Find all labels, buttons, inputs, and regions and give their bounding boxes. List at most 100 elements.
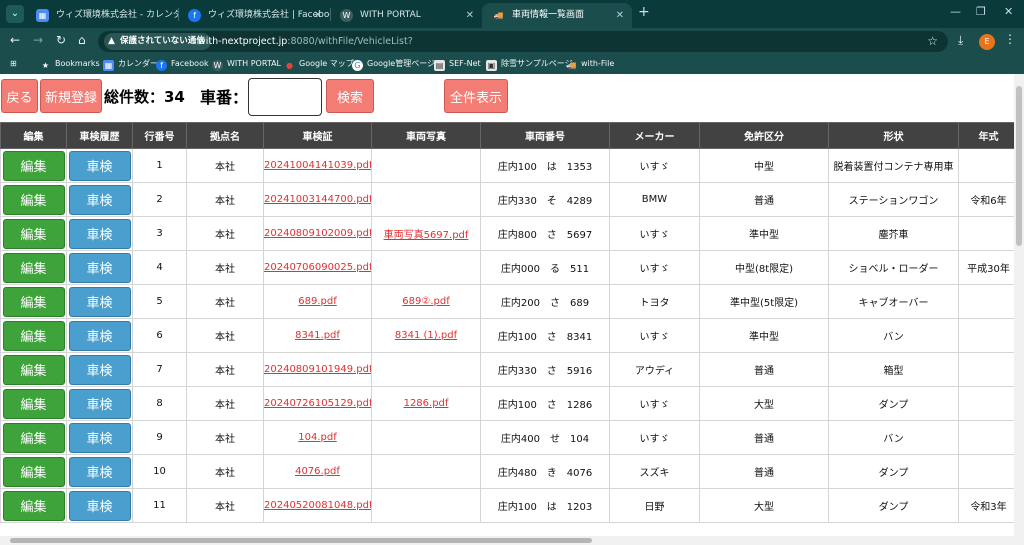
row-number: 6: [132, 318, 187, 353]
certificate-link[interactable]: 20240809102009.pdf: [263, 216, 372, 251]
close-tab-icon[interactable]: ✕: [314, 3, 322, 28]
inspection-button[interactable]: 車検: [68, 184, 131, 215]
security-chip[interactable]: ▲ 保護されていない通信: [104, 33, 211, 50]
edit-cell: 編集: [0, 420, 67, 455]
row-number: 10: [132, 454, 187, 489]
tab-with-portal[interactable]: W WITH PORTAL ✕: [330, 3, 482, 28]
base-name: 本社: [186, 148, 264, 183]
inspection-button[interactable]: 車検: [68, 490, 131, 521]
inspection-button[interactable]: 車検: [68, 422, 131, 453]
certificate-link[interactable]: 4076.pdf: [263, 454, 372, 489]
edit-button[interactable]: 編集: [2, 150, 65, 181]
bookmark-with-file[interactable]: 🚚 with-File: [566, 57, 615, 71]
apps-grid-icon[interactable]: ⊞: [10, 57, 17, 71]
bookmark-label: with-File: [581, 59, 615, 68]
photo-link[interactable]: 車両写真5697.pdf: [371, 216, 481, 251]
close-window-icon[interactable]: ✕: [1004, 5, 1013, 18]
row-number: 1: [132, 148, 187, 183]
show-all-button[interactable]: 全件表示: [444, 79, 508, 113]
tab-facebook[interactable]: f ウィズ環境株式会社 | Facebook ✕: [178, 3, 330, 28]
url-text[interactable]: with-nextproject.jp:8080/withFile/Vehicl…: [198, 31, 413, 52]
new-tab-plus-icon[interactable]: +: [638, 4, 650, 20]
reload-icon[interactable]: ↻: [56, 33, 66, 47]
certificate-link[interactable]: 20241003144700.pdf: [263, 182, 372, 217]
horizontal-scrollbar[interactable]: [0, 536, 1014, 545]
certificate-link[interactable]: 20240520081048.pdf: [263, 488, 372, 523]
bookmark-bookmarks[interactable]: ★ Bookmarks: [40, 57, 100, 71]
inspection-button[interactable]: 車検: [68, 456, 131, 487]
close-tab-icon[interactable]: ✕: [466, 3, 474, 28]
download-icon[interactable]: ⤓: [958, 33, 963, 48]
address-bar[interactable]: ▲ 保護されていない通信 with-nextproject.jp:8080/wi…: [98, 31, 948, 52]
minimize-icon[interactable]: —: [950, 5, 961, 18]
inspection-button[interactable]: 車検: [68, 320, 131, 351]
edit-button[interactable]: 編集: [2, 490, 65, 521]
bookmark-with-portal[interactable]: W WITH PORTAL: [212, 57, 281, 71]
home-icon[interactable]: ⌂: [78, 33, 86, 47]
header-license: 免許区分: [699, 122, 829, 149]
inspection-button[interactable]: 車検: [68, 150, 131, 181]
certificate-link[interactable]: 689.pdf: [263, 284, 372, 319]
google-icon: G: [352, 60, 363, 71]
bookmark-star-icon[interactable]: ☆: [927, 34, 938, 48]
model-year: [958, 454, 1014, 489]
certificate-link[interactable]: 20240706090025.pdf: [263, 250, 372, 285]
horizontal-scroll-thumb[interactable]: [10, 538, 592, 543]
certificate-link[interactable]: 20241004141039.pdf: [263, 148, 372, 183]
close-tab-icon[interactable]: ✕: [616, 3, 624, 28]
edit-button[interactable]: 編集: [2, 320, 65, 351]
photo-link: [371, 454, 481, 489]
tab-calendar[interactable]: ▦ ウィズ環境株式会社 - カレンダー -: [26, 3, 178, 28]
tab-title: WITH PORTAL: [360, 10, 421, 20]
vertical-scrollbar[interactable]: [1014, 74, 1024, 545]
table-row: 編集 車検 8 本社 20240726105129.pdf 1286.pdf 庄内100 さ…: [0, 386, 1014, 421]
maker: スズキ: [609, 454, 700, 489]
plate-number: 庄内100 さ 1286: [480, 386, 610, 421]
bookmark-sef-net[interactable]: ▤ SEF-Net: [434, 57, 481, 71]
restore-icon[interactable]: ❐: [976, 5, 986, 18]
forward-arrow-icon[interactable]: →: [33, 33, 43, 47]
inspection-cell: 車検: [66, 420, 133, 455]
edit-button[interactable]: 編集: [2, 286, 65, 317]
back-button[interactable]: 戻る: [1, 79, 38, 113]
edit-button[interactable]: 編集: [2, 184, 65, 215]
inspection-button[interactable]: 車検: [68, 354, 131, 385]
bookmark-facebook[interactable]: f Facebook: [156, 57, 209, 71]
license-class: 普通: [699, 182, 829, 217]
new-register-button[interactable]: 新規登録: [40, 79, 102, 113]
menu-kebab-icon[interactable]: ⋮: [1004, 32, 1016, 46]
bookmark-calendar[interactable]: ▦ カレンダー: [103, 57, 158, 71]
edit-button[interactable]: 編集: [2, 252, 65, 283]
edit-button[interactable]: 編集: [2, 218, 65, 249]
photo-link[interactable]: 1286.pdf: [371, 386, 481, 421]
certificate-link[interactable]: 20240726105129.pdf: [263, 386, 372, 421]
vertical-scroll-thumb[interactable]: [1016, 86, 1022, 246]
row-number: 9: [132, 420, 187, 455]
inspection-button[interactable]: 車検: [68, 388, 131, 419]
edit-button[interactable]: 編集: [2, 456, 65, 487]
license-class: 準中型(5t限定): [699, 284, 829, 319]
edit-button[interactable]: 編集: [2, 388, 65, 419]
inspection-button[interactable]: 車検: [68, 286, 131, 317]
photo-link[interactable]: 8341 (1).pdf: [371, 318, 481, 353]
certificate-link[interactable]: 104.pdf: [263, 420, 372, 455]
certificate-link[interactable]: 20240809101949.pdf: [263, 352, 372, 387]
back-arrow-icon[interactable]: ←: [10, 33, 20, 47]
bookmark-google-admin[interactable]: G Google管理ページ: [352, 57, 435, 71]
photo-link[interactable]: 689②.pdf: [371, 284, 481, 319]
vehicle-shape: バン: [828, 318, 959, 353]
bookmark-snow-sample[interactable]: ▣ 除雪サンプルページ: [486, 57, 573, 71]
plate-number-input[interactable]: [248, 78, 322, 116]
search-button[interactable]: 検索: [326, 79, 374, 113]
certificate-link[interactable]: 8341.pdf: [263, 318, 372, 353]
tab-search-chevron-icon[interactable]: ⌄: [6, 5, 24, 23]
edit-button[interactable]: 編集: [2, 354, 65, 385]
profile-avatar[interactable]: E: [979, 34, 995, 50]
edit-button[interactable]: 編集: [2, 422, 65, 453]
bookmark-google-maps[interactable]: ● Google マップ: [284, 57, 354, 71]
inspection-button[interactable]: 車検: [68, 252, 131, 283]
tab-vehicle-list[interactable]: 🚚 車両情報一覧画面 ✕: [482, 3, 632, 28]
inspection-button[interactable]: 車検: [68, 218, 131, 249]
model-year: 令和3年: [958, 488, 1014, 523]
header-row-number: 行番号: [132, 122, 187, 149]
